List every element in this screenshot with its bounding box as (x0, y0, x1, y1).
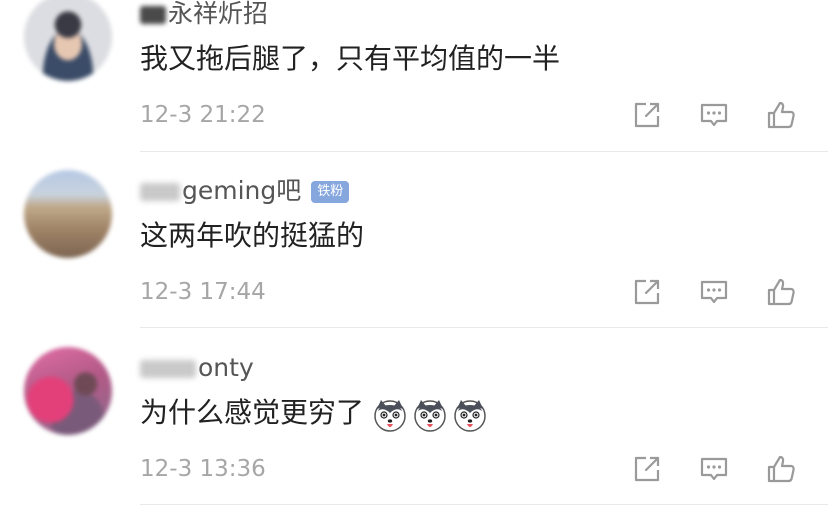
comment-text: 这两年吹的挺猛的 (140, 219, 365, 252)
divider (140, 327, 828, 328)
divider (140, 151, 828, 152)
username-text[interactable]: onty (198, 353, 254, 382)
comment-item: onty 为什么感觉更穷了 12-3 13:36 (0, 331, 828, 508)
share-icon (634, 456, 660, 482)
comment-list: 永祥炘招 我又拖后腿了，只有平均值的一半 12-3 21:22 geming吧 … (0, 0, 828, 515)
avatar[interactable] (24, 170, 112, 258)
redacted-name-prefix (140, 183, 180, 201)
username[interactable]: 永祥炘招 (140, 0, 268, 31)
share-button[interactable] (632, 454, 662, 484)
fan-badge[interactable]: 铁粉 (311, 181, 350, 203)
comment-icon (700, 457, 728, 481)
comment-timestamp: 12-3 13:36 (140, 456, 266, 482)
reply-button[interactable] (699, 454, 729, 484)
husky-emoji-icon (412, 397, 448, 433)
username[interactable]: onty (140, 351, 254, 385)
username-text[interactable]: 永祥炘招 (168, 0, 268, 28)
comment-icon (700, 103, 728, 127)
username-text[interactable]: geming吧 (182, 176, 301, 205)
husky-emoji-icon (452, 397, 488, 433)
share-icon (634, 279, 660, 305)
thumbs-up-icon (767, 278, 795, 306)
comment-item: 永祥炘招 我又拖后腿了，只有平均值的一半 12-3 21:22 (0, 0, 828, 154)
like-button[interactable] (766, 454, 796, 484)
comment-timestamp: 12-3 17:44 (140, 279, 266, 305)
share-button[interactable] (632, 277, 662, 307)
thumbs-up-icon (767, 455, 795, 483)
comment-timestamp: 12-3 21:22 (140, 102, 266, 128)
comment-icon (700, 280, 728, 304)
divider (140, 504, 828, 505)
avatar[interactable] (24, 0, 112, 81)
like-button[interactable] (766, 277, 796, 307)
thumbs-up-icon (767, 101, 795, 129)
comment-text: 为什么感觉更穷了 (140, 392, 488, 434)
like-button[interactable] (766, 100, 796, 130)
comment-text-content: 为什么感觉更穷了 (140, 396, 365, 429)
share-icon (634, 102, 660, 128)
comment-text: 我又拖后腿了，只有平均值的一半 (140, 42, 561, 75)
comment-item: geming吧 铁粉 这两年吹的挺猛的 12-3 17:44 (0, 154, 828, 331)
husky-emoji-icon (372, 397, 408, 433)
avatar[interactable] (24, 347, 112, 435)
username[interactable]: geming吧 铁粉 (140, 174, 350, 208)
redacted-name-prefix (140, 360, 196, 378)
reply-button[interactable] (699, 100, 729, 130)
reply-button[interactable] (699, 277, 729, 307)
redacted-name-prefix (140, 6, 166, 24)
emoji-group (368, 393, 488, 435)
share-button[interactable] (632, 100, 662, 130)
